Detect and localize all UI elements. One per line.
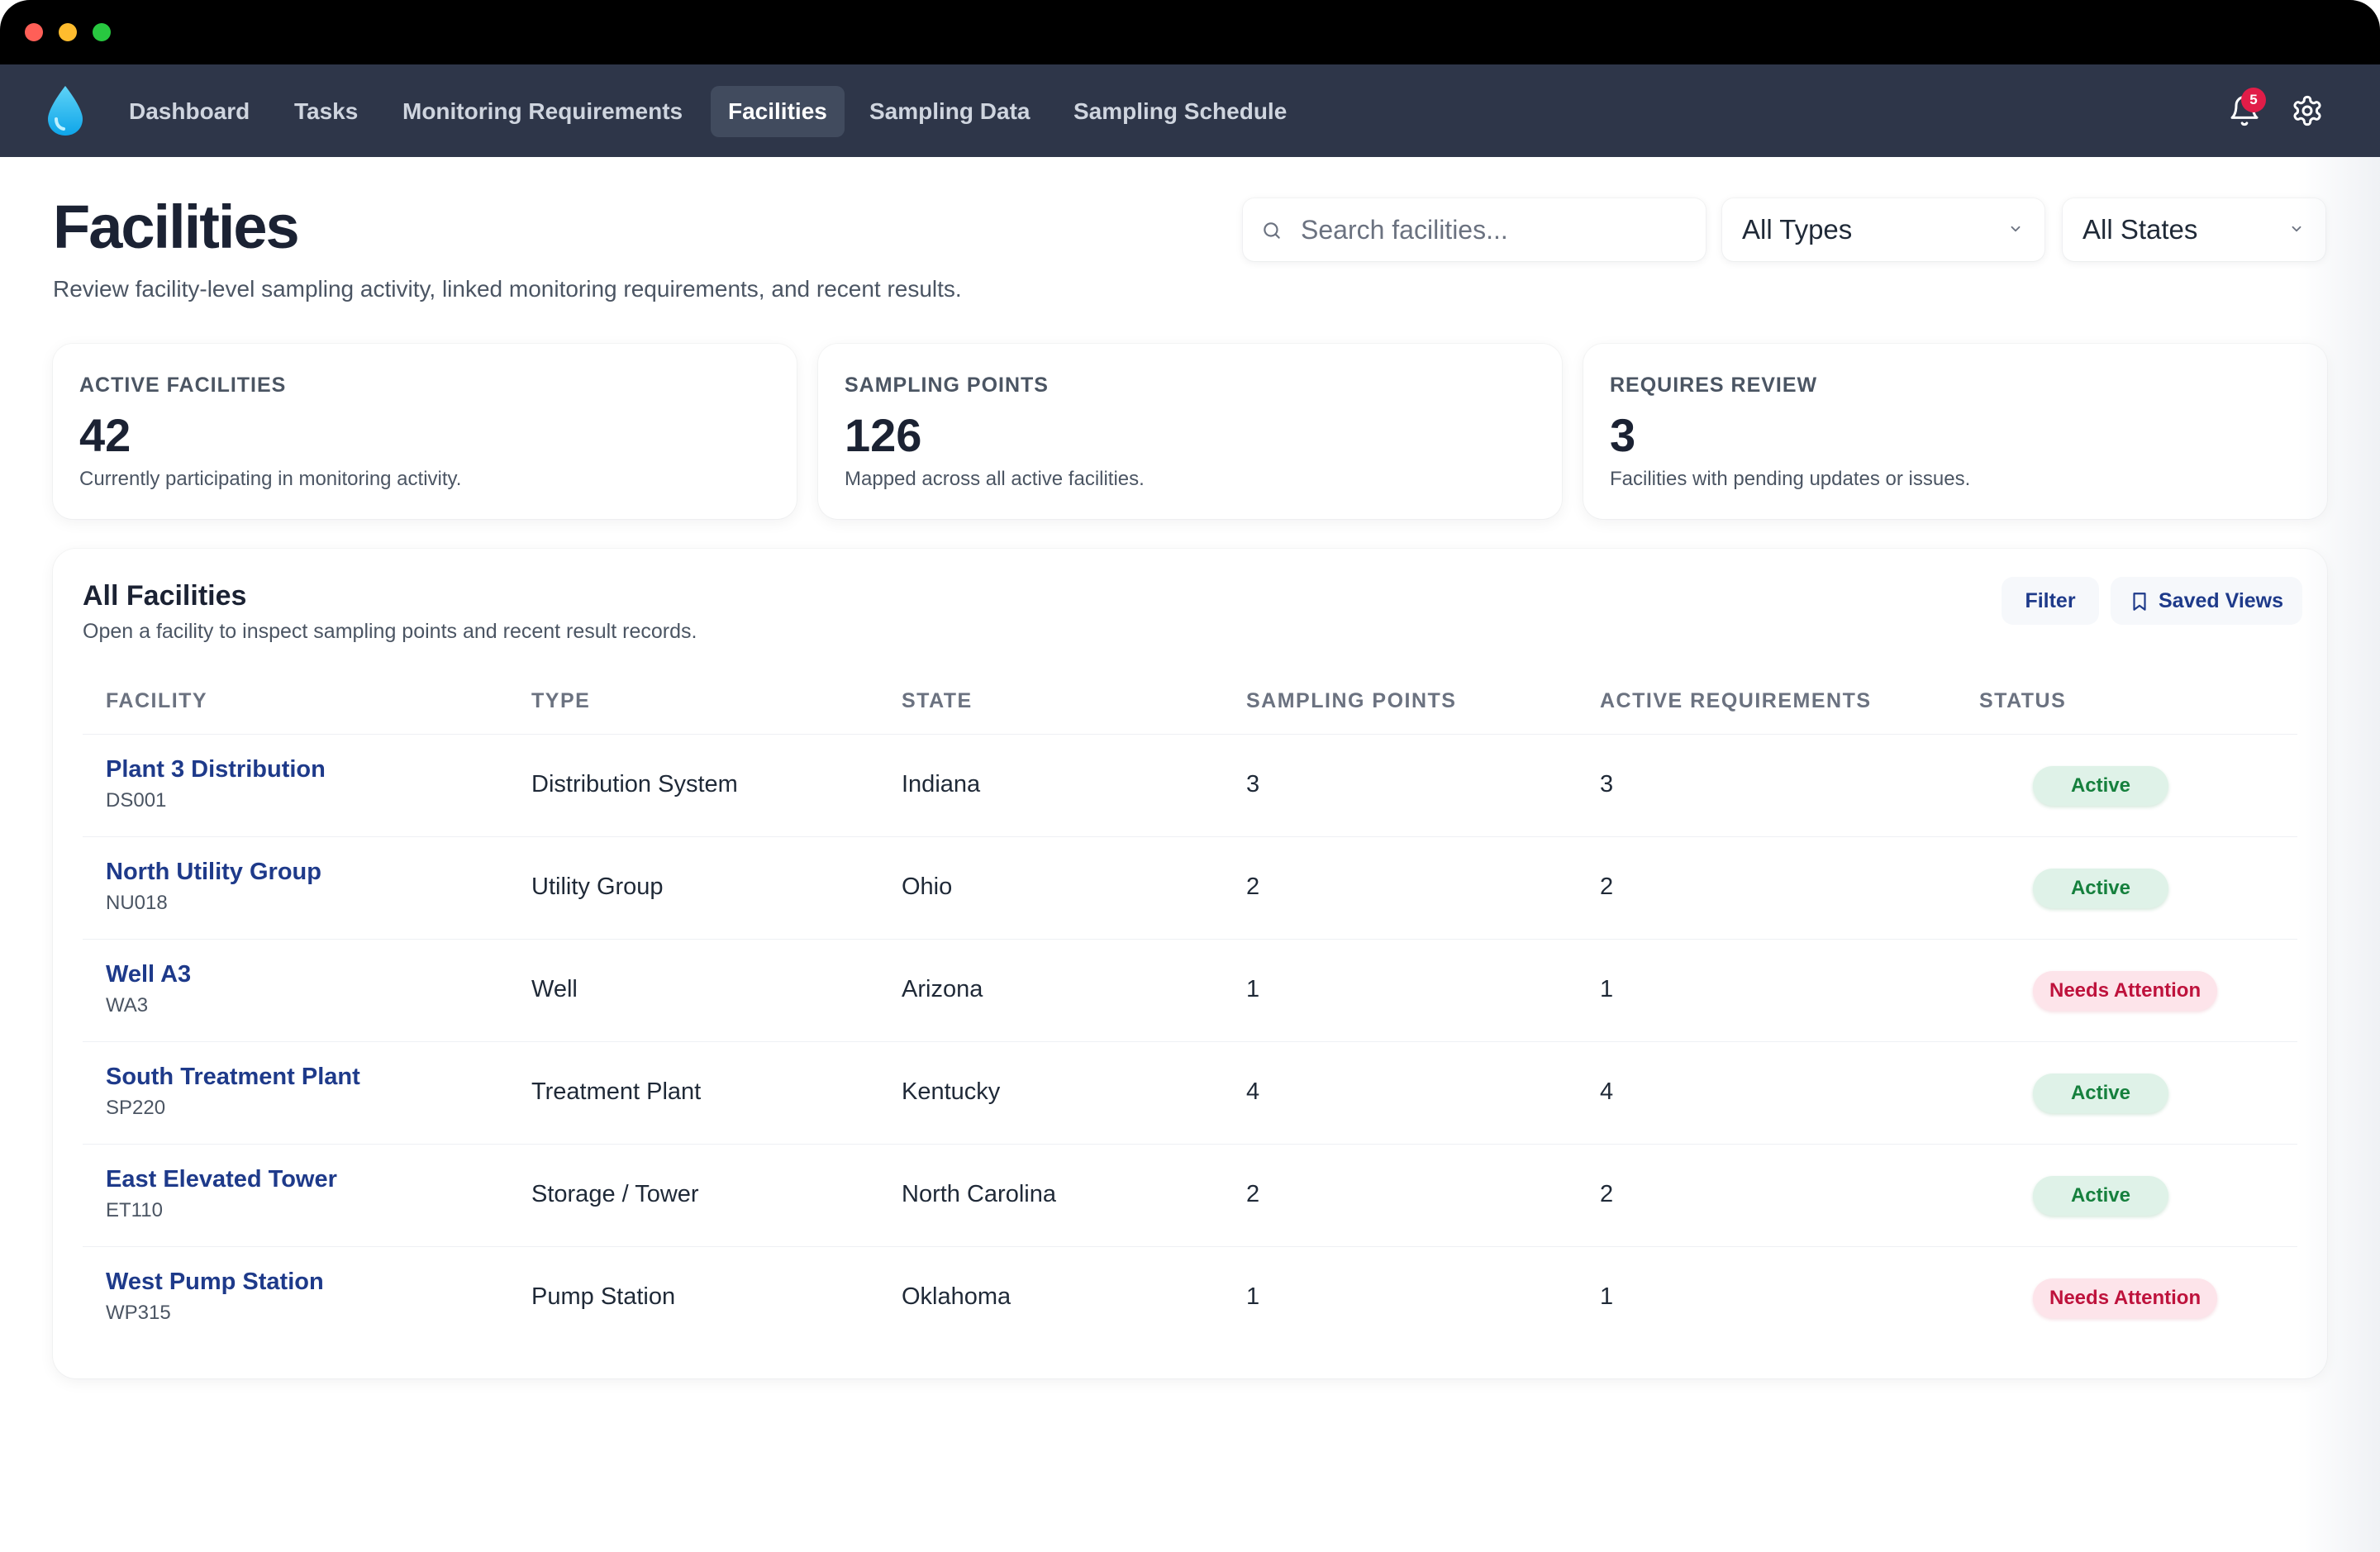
- nav-monitoring-requirements[interactable]: Monitoring Requirements: [385, 86, 700, 137]
- window-close-button[interactable]: [25, 23, 43, 41]
- water-drop-icon[interactable]: [45, 84, 86, 137]
- active-requirements-count: 2: [1600, 874, 1614, 900]
- page-subtitle: Review facility-level sampling activity,…: [53, 276, 962, 302]
- column-header-type[interactable]: TYPE: [531, 689, 590, 713]
- active-requirements-count: 3: [1600, 771, 1614, 797]
- saved-views-label: Saved Views: [2159, 589, 2284, 612]
- facility-name-link[interactable]: West Pump Station: [106, 1269, 324, 1296]
- nav-facilities[interactable]: Facilities: [711, 86, 845, 137]
- search-input[interactable]: [1301, 198, 1689, 261]
- facility-name-link[interactable]: South Treatment Plant: [106, 1064, 360, 1091]
- gear-icon[interactable]: [2291, 94, 2324, 127]
- chevron-down-icon: [2292, 226, 2301, 232]
- stat-card-requires-review: REQUIRES REVIEW 3 Facilities with pendin…: [1583, 344, 2327, 519]
- facility-type: Utility Group: [531, 874, 664, 900]
- table-title: All Facilities: [83, 580, 247, 612]
- facility-name-link[interactable]: East Elevated Tower: [106, 1166, 337, 1193]
- active-requirements-count: 4: [1600, 1078, 1614, 1105]
- stat-description: Currently participating in monitoring ac…: [79, 468, 462, 490]
- sampling-points-count: 4: [1246, 1078, 1260, 1105]
- search-box: [1243, 198, 1706, 261]
- type-filter-value: All Types: [1742, 214, 1853, 245]
- nav-tasks[interactable]: Tasks: [277, 86, 375, 137]
- stat-card-active-facilities: ACTIVE FACILITIES 42 Currently participa…: [53, 344, 797, 519]
- stat-description: Facilities with pending updates or issue…: [1610, 468, 1971, 490]
- facility-state: Indiana: [902, 771, 981, 797]
- chevron-down-icon: [2011, 226, 2021, 232]
- table-row[interactable]: West Pump Station WP315 Pump Station Okl…: [83, 1246, 2297, 1349]
- column-header-sampling-points[interactable]: SAMPLING POINTS: [1246, 689, 1456, 713]
- table-body: Plant 3 Distribution DS001 Distribution …: [83, 734, 2297, 1349]
- facility-type: Treatment Plant: [531, 1078, 702, 1105]
- type-filter-select[interactable]: All Types: [1722, 198, 2044, 261]
- facility-code: WP315: [106, 1302, 171, 1324]
- facility-type: Storage / Tower: [531, 1181, 699, 1207]
- top-nav: Dashboard Tasks Monitoring Requirements …: [0, 64, 2380, 157]
- facility-code: SP220: [106, 1097, 166, 1119]
- state-filter-value: All States: [2082, 214, 2198, 245]
- nav-sampling-data[interactable]: Sampling Data: [852, 86, 1047, 137]
- stat-label: REQUIRES REVIEW: [1610, 374, 1818, 397]
- facility-code: WA3: [106, 994, 149, 1016]
- table-row[interactable]: South Treatment Plant SP220 Treatment Pl…: [83, 1041, 2297, 1144]
- sampling-points-count: 2: [1246, 874, 1260, 900]
- nav-sampling-schedule[interactable]: Sampling Schedule: [1056, 86, 1304, 137]
- nav-dashboard[interactable]: Dashboard: [112, 86, 267, 137]
- window-maximize-button[interactable]: [93, 23, 111, 41]
- status-badge: Active: [2033, 869, 2168, 908]
- status-badge: Needs Attention: [2033, 971, 2218, 1011]
- notification-badge: 5: [2241, 88, 2266, 112]
- stat-card-sampling-points: SAMPLING POINTS 126 Mapped across all ac…: [818, 344, 1562, 519]
- stat-label: ACTIVE FACILITIES: [79, 374, 287, 397]
- sampling-points-count: 3: [1246, 771, 1260, 797]
- column-header-status[interactable]: STATUS: [1979, 689, 2066, 713]
- facility-state: Arizona: [902, 976, 983, 1002]
- facility-name-link[interactable]: North Utility Group: [106, 859, 321, 886]
- facility-state: Oklahoma: [902, 1283, 1011, 1310]
- table-row[interactable]: Plant 3 Distribution DS001 Distribution …: [83, 734, 2297, 836]
- stat-value: 126: [845, 409, 922, 461]
- stat-value: 3: [1610, 409, 1636, 461]
- active-requirements-count: 1: [1600, 1283, 1614, 1310]
- facility-type: Pump Station: [531, 1283, 676, 1310]
- sampling-points-count: 2: [1246, 1181, 1260, 1207]
- filter-button[interactable]: Filter: [2002, 577, 2099, 625]
- stat-description: Mapped across all active facilities.: [845, 468, 1145, 490]
- search-icon: [1264, 222, 1280, 239]
- status-badge: Needs Attention: [2033, 1278, 2218, 1318]
- facility-name-link[interactable]: Plant 3 Distribution: [106, 756, 326, 783]
- facility-type: Distribution System: [531, 771, 738, 797]
- active-requirements-count: 1: [1600, 976, 1614, 1002]
- column-header-state[interactable]: STATE: [902, 689, 973, 713]
- window-titlebar: [0, 0, 2380, 64]
- table-row[interactable]: Well A3 WA3 Well Arizona 1 1 Needs Atten…: [83, 939, 2297, 1041]
- column-header-active-requirements[interactable]: ACTIVE REQUIREMENTS: [1600, 689, 1872, 713]
- column-header-facility[interactable]: FACILITY: [106, 689, 207, 713]
- page-title: Facilities: [53, 193, 300, 261]
- facility-code: DS001: [106, 789, 167, 812]
- bookmark-icon: [2133, 593, 2146, 611]
- table-row[interactable]: East Elevated Tower ET110 Storage / Towe…: [83, 1144, 2297, 1246]
- active-requirements-count: 2: [1600, 1181, 1614, 1207]
- sampling-points-count: 1: [1246, 1283, 1260, 1310]
- facility-state: North Carolina: [902, 1181, 1056, 1207]
- table-subtitle: Open a facility to inspect sampling poin…: [83, 620, 697, 643]
- saved-views-button[interactable]: Saved Views: [2111, 577, 2302, 625]
- stat-value: 42: [79, 409, 131, 461]
- status-badge: Active: [2033, 1074, 2168, 1113]
- facility-name-link[interactable]: Well A3: [106, 961, 191, 988]
- stat-label: SAMPLING POINTS: [845, 374, 1049, 397]
- facility-code: ET110: [106, 1199, 163, 1221]
- status-badge: Active: [2033, 1176, 2168, 1216]
- facility-code: NU018: [106, 892, 168, 914]
- facility-state: Kentucky: [902, 1078, 1001, 1105]
- table-row[interactable]: North Utility Group NU018 Utility Group …: [83, 836, 2297, 939]
- facility-type: Well: [531, 976, 578, 1002]
- window-minimize-button[interactable]: [59, 23, 77, 41]
- facilities-table-card: All Facilities Open a facility to inspec…: [53, 549, 2327, 1378]
- sampling-points-count: 1: [1246, 976, 1260, 1002]
- facility-state: Ohio: [902, 874, 953, 900]
- status-badge: Active: [2033, 766, 2168, 806]
- state-filter-select[interactable]: All States: [2063, 198, 2325, 261]
